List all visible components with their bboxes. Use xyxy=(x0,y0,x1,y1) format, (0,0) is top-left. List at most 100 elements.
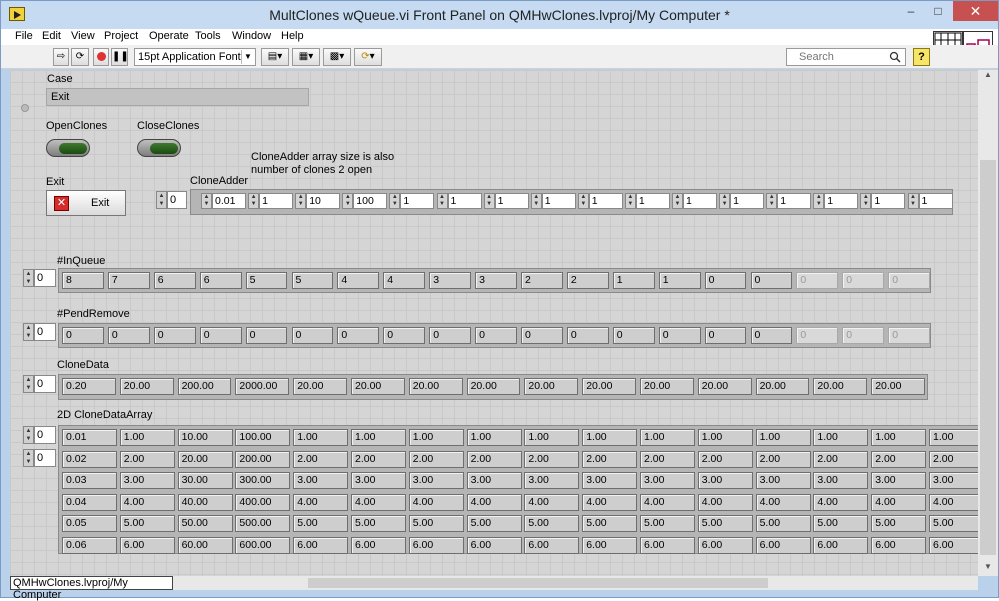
abort-button[interactable] xyxy=(93,48,109,66)
pend-remove-index-value[interactable]: 0 xyxy=(34,323,56,341)
distribute-objects-button[interactable]: ▦▾ xyxy=(292,48,320,66)
maximize-button[interactable]: □ xyxy=(925,1,951,21)
index-spinner-icon[interactable]: ▲ ▼ xyxy=(156,191,167,209)
spinner-icon[interactable]: ▲ ▼ xyxy=(342,193,354,209)
scroll-up-icon[interactable]: ▲ xyxy=(978,70,998,84)
spinner-icon[interactable]: ▲ ▼ xyxy=(389,193,401,209)
clone-data-index-value[interactable]: 0 xyxy=(34,375,56,393)
menu-window[interactable]: Window xyxy=(232,30,271,42)
search-input[interactable] xyxy=(799,50,879,64)
clone-adder-element[interactable]: ▲ ▼ 1 xyxy=(766,193,812,209)
spinner-icon[interactable]: ▲ ▼ xyxy=(860,193,872,209)
resize-objects-button[interactable]: ▩▾ xyxy=(323,48,351,66)
clone-adder-element[interactable]: ▲ ▼ 1 xyxy=(860,193,906,209)
clone-adder-element[interactable]: ▲ ▼ 0.01 xyxy=(201,193,246,209)
vertical-scrollbar[interactable]: ▲ ▼ xyxy=(978,70,998,576)
menu-help[interactable]: Help xyxy=(281,30,304,42)
clone-adder-value[interactable]: 1 xyxy=(777,193,812,209)
spinner-icon[interactable]: ▲ ▼ xyxy=(295,193,307,209)
horizontal-scroll-thumb[interactable] xyxy=(308,578,768,588)
spinner-icon[interactable]: ▲ ▼ xyxy=(719,193,731,209)
exit-button[interactable]: ✕ Exit xyxy=(46,190,126,216)
spinner-icon[interactable]: ▲ ▼ xyxy=(813,193,825,209)
clone-adder-element[interactable]: ▲ ▼ 100 xyxy=(342,193,388,209)
index-spinner-icon[interactable]: ▲ ▼ xyxy=(23,269,34,287)
spinner-icon[interactable]: ▲ ▼ xyxy=(624,193,636,209)
close-button[interactable]: ✕ xyxy=(953,1,998,21)
clone-adder-value[interactable]: 1 xyxy=(918,193,953,209)
clone-adder-value[interactable]: 1 xyxy=(447,193,482,209)
clone-adder-value[interactable]: 1 xyxy=(730,193,765,209)
scroll-down-icon[interactable]: ▼ xyxy=(978,562,998,576)
horizontal-scrollbar[interactable] xyxy=(173,576,978,590)
clone-adder-index[interactable]: ▲ ▼ 0 xyxy=(156,191,187,209)
clone-adder-index-value[interactable]: 0 xyxy=(167,191,187,209)
menu-tools[interactable]: Tools xyxy=(195,30,221,42)
clone-adder-value[interactable]: 10 xyxy=(306,193,341,209)
run-button[interactable]: ⇨ xyxy=(53,48,69,66)
in-queue-value: 6 xyxy=(153,272,196,289)
clone-adder-element[interactable]: ▲ ▼ 1 xyxy=(624,193,670,209)
clone-data-array-row-index[interactable]: ▲ ▼ 0 xyxy=(23,426,56,444)
clone-adder-value[interactable]: 1 xyxy=(494,193,529,209)
spinner-icon[interactable]: ▲ ▼ xyxy=(577,193,589,209)
menu-project[interactable]: Project xyxy=(104,30,138,42)
clone-adder-value[interactable]: 1 xyxy=(259,193,294,209)
index-spinner-icon[interactable]: ▲ ▼ xyxy=(23,426,34,444)
minimize-button[interactable]: – xyxy=(898,1,924,21)
spinner-icon[interactable]: ▲ ▼ xyxy=(907,193,919,209)
clone-adder-element[interactable]: ▲ ▼ 1 xyxy=(577,193,623,209)
col-index-value[interactable]: 0 xyxy=(34,449,56,467)
clone-adder-element[interactable]: ▲ ▼ 1 xyxy=(672,193,717,209)
spinner-icon[interactable]: ▲ ▼ xyxy=(530,193,542,209)
clone-adder-element[interactable]: ▲ ▼ 10 xyxy=(295,193,341,209)
clone-adder-element[interactable]: ▲ ▼ 1 xyxy=(248,193,294,209)
clone-adder-element[interactable]: ▲ ▼ 1 xyxy=(436,193,482,209)
index-spinner-icon[interactable]: ▲ ▼ xyxy=(23,449,34,467)
spinner-icon[interactable]: ▲ ▼ xyxy=(248,193,260,209)
pend-remove-index[interactable]: ▲ ▼ 0 xyxy=(23,323,56,341)
clone-adder-value[interactable]: 1 xyxy=(683,193,717,209)
vertical-scroll-thumb[interactable] xyxy=(980,160,996,555)
spinner-icon[interactable]: ▲ ▼ xyxy=(766,193,778,209)
clone-adder-value[interactable]: 1 xyxy=(871,193,906,209)
index-spinner-icon[interactable]: ▲ ▼ xyxy=(23,375,34,393)
menu-view[interactable]: View xyxy=(71,30,95,42)
context-help-button[interactable]: ? xyxy=(913,48,930,66)
clone-adder-value[interactable]: 1 xyxy=(400,193,435,209)
pause-button[interactable]: ❚❚ xyxy=(111,48,129,66)
align-objects-button[interactable]: ▤▾ xyxy=(261,48,289,66)
index-spinner-icon[interactable]: ▲ ▼ xyxy=(23,323,34,341)
in-queue-index[interactable]: ▲ ▼ 0 xyxy=(23,269,56,287)
close-clones-button[interactable] xyxy=(137,139,181,157)
row-index-value[interactable]: 0 xyxy=(34,426,56,444)
clone-adder-value[interactable]: 0.01 xyxy=(212,193,246,209)
clone-adder-value[interactable]: 1 xyxy=(541,193,576,209)
spinner-icon[interactable]: ▲ ▼ xyxy=(201,193,212,209)
menu-operate[interactable]: Operate xyxy=(149,30,189,42)
in-queue-index-value[interactable]: 0 xyxy=(34,269,56,287)
clone-adder-element[interactable]: ▲ ▼ 1 xyxy=(530,193,576,209)
clone-data-array-col-index[interactable]: ▲ ▼ 0 xyxy=(23,449,56,467)
menu-file[interactable]: File xyxy=(15,30,33,42)
clone-adder-element[interactable]: ▲ ▼ 1 xyxy=(389,193,435,209)
clone-data-array-cell: 2.00 xyxy=(293,450,349,468)
clone-data-index[interactable]: ▲ ▼ 0 xyxy=(23,375,56,393)
open-clones-button[interactable] xyxy=(46,139,90,157)
clone-adder-element[interactable]: ▲ ▼ 1 xyxy=(719,193,765,209)
clone-adder-value[interactable]: 1 xyxy=(588,193,623,209)
spinner-icon[interactable]: ▲ ▼ xyxy=(672,193,683,209)
run-continuously-button[interactable]: ⟳ xyxy=(71,48,89,66)
clone-adder-value[interactable]: 100 xyxy=(353,193,388,209)
clone-adder-element[interactable]: ▲ ▼ 1 xyxy=(907,193,953,209)
clone-adder-value[interactable]: 1 xyxy=(824,193,859,209)
clone-adder-element[interactable]: ▲ ▼ 1 xyxy=(813,193,859,209)
font-select[interactable]: 15pt Application Font ▼ xyxy=(134,48,256,66)
clone-adder-element[interactable]: ▲ ▼ 1 xyxy=(483,193,529,209)
clone-adder-value[interactable]: 1 xyxy=(635,193,670,209)
search-box[interactable] xyxy=(786,48,906,66)
spinner-icon[interactable]: ▲ ▼ xyxy=(436,193,448,209)
reorder-button[interactable]: ⟳▾ xyxy=(354,48,382,66)
menu-edit[interactable]: Edit xyxy=(42,30,61,42)
spinner-icon[interactable]: ▲ ▼ xyxy=(483,193,495,209)
